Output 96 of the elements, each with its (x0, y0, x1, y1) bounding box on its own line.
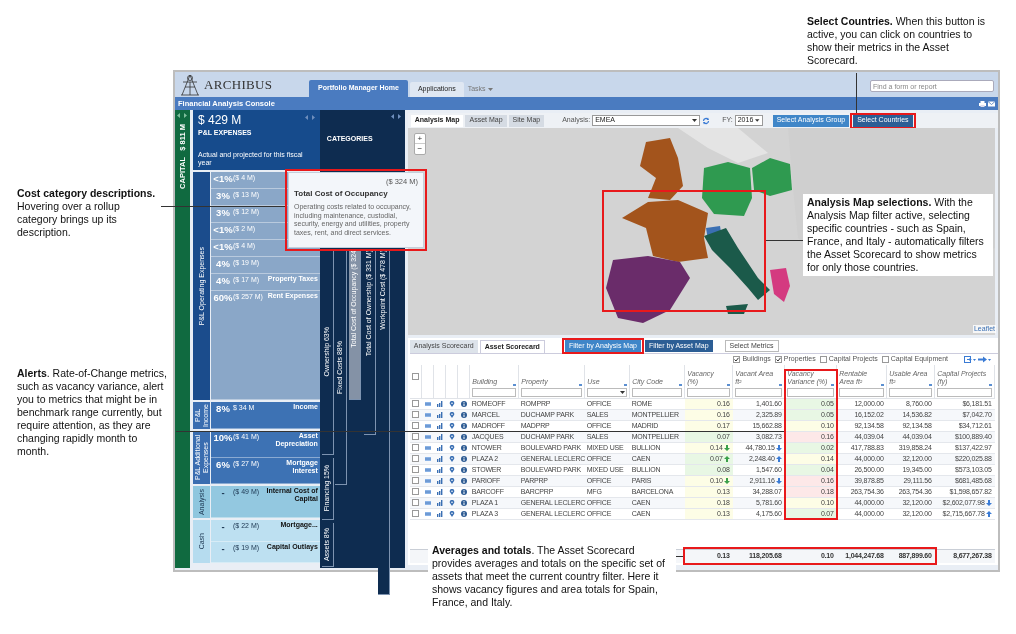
filter-field[interactable] (735, 387, 783, 397)
callout-text: Analysis Map selections. With the Analysis Map filter active, selecting specific countries - such as Spain, France, and Italy - automatically filters the Asset Scorecard to show metrics for only those countries. (803, 194, 993, 276)
bar-chart-icon[interactable] (436, 422, 443, 429)
info-icon[interactable] (460, 499, 467, 506)
total-amount: $ 429 M (198, 113, 242, 127)
pin-icon[interactable] (448, 466, 455, 473)
percent: 6% (215, 458, 231, 470)
filter-field[interactable] (687, 387, 731, 397)
percent: - (220, 521, 226, 532)
checkbox[interactable] (412, 411, 420, 419)
percent: - (220, 487, 226, 498)
checkbox[interactable] (881, 356, 889, 363)
bar-chart-icon[interactable] (436, 488, 443, 495)
arrow-icon[interactable] (978, 356, 992, 363)
percent: 4% (215, 275, 231, 286)
checkbox[interactable] (733, 356, 741, 363)
filter-field[interactable] (521, 387, 583, 397)
bar-chart-icon[interactable] (436, 411, 443, 418)
pin-icon[interactable] (448, 433, 455, 440)
filter-select[interactable] (587, 387, 628, 397)
checkbox[interactable] (412, 499, 420, 507)
info-icon[interactable] (460, 433, 467, 440)
pin-icon[interactable] (448, 400, 455, 407)
pin-icon[interactable] (448, 444, 455, 451)
caret-icon (620, 390, 626, 394)
checkbox[interactable] (412, 400, 420, 408)
leader-line (766, 240, 803, 241)
callout-text: Cost category descriptions. Hovering over a rollup category brings up its description. (17, 187, 157, 239)
callout-text: Alerts. Rate-of-Change metrics, such as vacancy variance, alert you to metrics that might be in benchmark range currently, but require attention, as they are changing rapidly month to month. (17, 367, 168, 458)
checkbox[interactable] (412, 455, 420, 463)
bar-chart-icon[interactable] (436, 510, 443, 517)
percent: 60% (213, 292, 233, 303)
email-icon[interactable] (988, 100, 995, 107)
pin-icon[interactable] (448, 477, 455, 484)
bar-chart-icon[interactable] (436, 444, 443, 451)
pin-icon[interactable] (448, 488, 455, 495)
checkbox[interactable] (412, 433, 420, 441)
checkbox[interactable] (412, 444, 420, 452)
caret-icon (487, 88, 493, 91)
export-icon[interactable] (964, 356, 977, 363)
pin-icon[interactable] (448, 499, 455, 506)
filter-field[interactable] (937, 387, 993, 397)
info-icon[interactable] (460, 422, 467, 429)
leader-line (856, 72, 858, 113)
caret-icon (755, 119, 760, 122)
info-icon[interactable] (460, 488, 467, 495)
checkbox[interactable] (412, 422, 420, 430)
info-icon[interactable] (460, 411, 467, 418)
printer-icon[interactable] (979, 100, 986, 107)
bar-chart-icon[interactable] (436, 455, 443, 462)
filter-field[interactable] (889, 387, 933, 397)
bar-chart-icon[interactable] (436, 477, 443, 484)
caret-icon (692, 119, 698, 122)
info-icon[interactable] (460, 510, 467, 517)
checkbox[interactable] (412, 510, 420, 518)
expand-icon[interactable] (177, 113, 188, 118)
pin-icon[interactable] (448, 411, 455, 418)
filter-field[interactable] (839, 387, 885, 397)
checkbox[interactable] (774, 356, 782, 363)
bar-chart-icon[interactable] (436, 499, 443, 506)
percent: 4% (215, 258, 231, 269)
percent: 3% (215, 190, 231, 201)
logo-icon (179, 73, 201, 96)
expand-icon[interactable] (304, 115, 315, 120)
percent: 8% (215, 403, 231, 414)
bar-chart-icon[interactable] (436, 433, 443, 440)
percent: - (220, 542, 226, 554)
filter-field[interactable] (472, 387, 517, 397)
checkbox[interactable] (412, 488, 420, 496)
checkbox[interactable] (412, 477, 420, 485)
refresh-icon[interactable] (702, 116, 711, 125)
checkbox[interactable] (411, 372, 419, 380)
percent: 10% (213, 432, 233, 443)
expand-icon[interactable] (390, 114, 401, 119)
info-icon[interactable] (460, 455, 467, 462)
filter-field[interactable] (632, 387, 683, 397)
percent: <1% (213, 173, 233, 184)
percent: <1% (213, 241, 233, 252)
info-icon[interactable] (460, 444, 467, 451)
pin-icon[interactable] (448, 510, 455, 517)
percent: 3% (215, 207, 231, 218)
filter-field[interactable] (787, 387, 835, 397)
bar-chart-icon[interactable] (436, 400, 443, 407)
info-icon[interactable] (460, 466, 467, 473)
pin-icon[interactable] (448, 455, 455, 462)
checkbox[interactable] (819, 356, 827, 363)
info-icon[interactable] (460, 400, 467, 407)
zoom-in-button[interactable]: + (414, 134, 425, 144)
bar-chart-icon[interactable] (436, 466, 443, 473)
checkbox[interactable] (412, 466, 420, 474)
logo-text: ARCHIBUS (204, 75, 273, 94)
zoom-out-button[interactable]: − (414, 144, 425, 154)
percent: <1% (213, 224, 233, 235)
leader-line (676, 556, 683, 557)
pin-icon[interactable] (448, 422, 455, 429)
info-icon[interactable] (460, 477, 467, 484)
